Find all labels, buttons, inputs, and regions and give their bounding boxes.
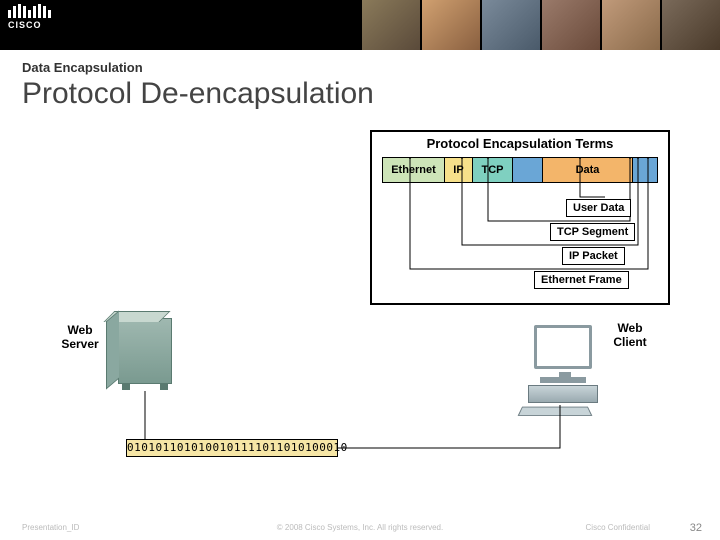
- footer-page-number: 32: [690, 522, 702, 534]
- banner-photo-strip: [360, 0, 720, 50]
- logo-bars-icon: [8, 4, 51, 18]
- footer-confidential: Cisco Confidential: [586, 523, 650, 532]
- breadcrumb: Data Encapsulation: [0, 50, 720, 75]
- diagram-stage: Protocol Encapsulation Terms Ethernet IP…: [0, 115, 720, 510]
- logo-text: CISCO: [8, 20, 51, 30]
- bitstream-box: 0101011010100101111011010100010: [126, 439, 338, 457]
- footer: Presentation_ID © 2008 Cisco Systems, In…: [0, 514, 720, 540]
- banner: CISCO: [0, 0, 720, 50]
- page-title: Protocol De-encapsulation: [0, 75, 720, 111]
- cisco-logo: CISCO: [8, 4, 51, 30]
- network-wire-icon: [0, 115, 720, 495]
